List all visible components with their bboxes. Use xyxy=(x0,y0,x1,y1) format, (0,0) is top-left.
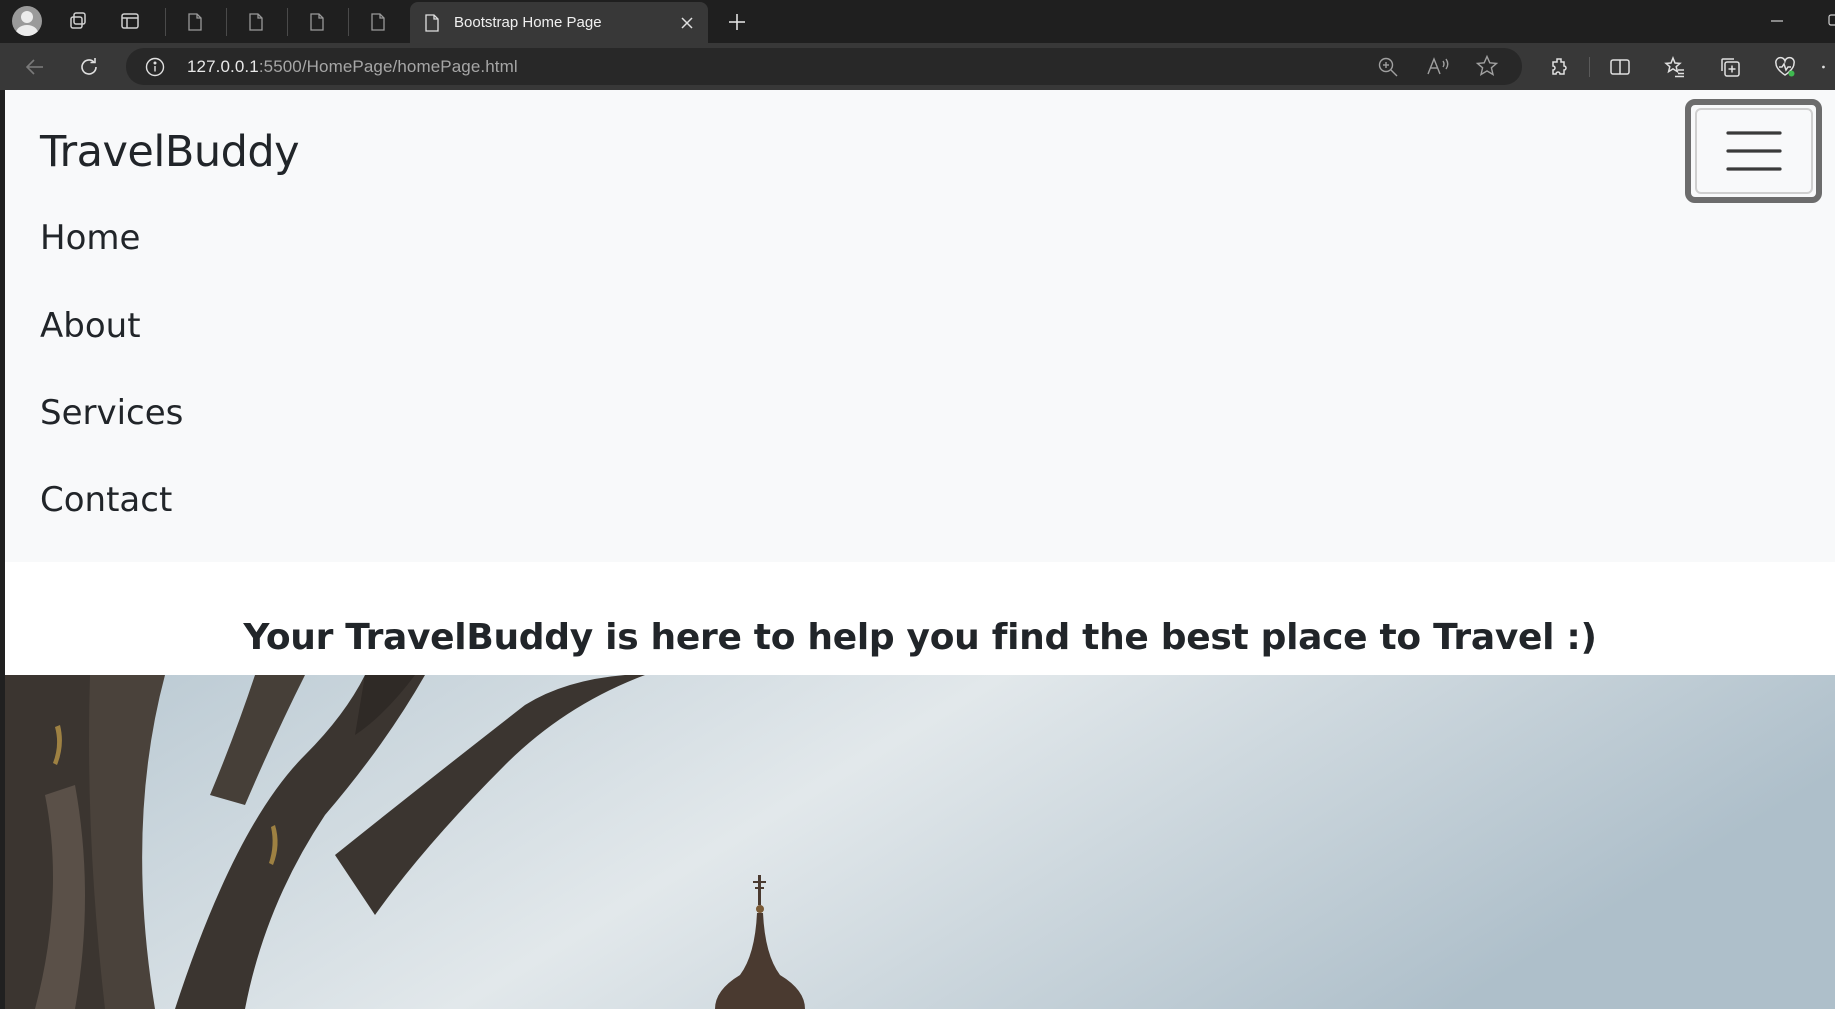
close-tab-icon[interactable] xyxy=(672,8,702,38)
pinned-tab-3[interactable] xyxy=(287,8,345,36)
nav-link-about[interactable]: About xyxy=(40,306,141,346)
hamburger-menu-icon xyxy=(1725,131,1782,171)
pinned-tab-1[interactable] xyxy=(165,8,223,36)
toolbar-separator xyxy=(1589,57,1590,77)
pinned-tab-4[interactable] xyxy=(348,8,406,36)
more-menu-icon[interactable] xyxy=(1818,52,1835,82)
url-path: :5500/HomePage/homePage.html xyxy=(258,57,518,76)
extensions-icon[interactable] xyxy=(1545,52,1575,82)
url-text[interactable]: 127.0.0.1:5500/HomePage/homePage.html xyxy=(187,57,518,77)
address-bar[interactable]: 127.0.0.1:5500/HomePage/homePage.html xyxy=(126,48,1522,85)
toggler-frame xyxy=(1694,108,1813,194)
profile-avatar-icon[interactable] xyxy=(12,6,42,36)
web-page: TravelBuddy Home About Services Contact … xyxy=(5,90,1835,1009)
refresh-icon[interactable] xyxy=(74,52,104,82)
collections-icon[interactable] xyxy=(1715,52,1745,82)
maximize-icon[interactable] xyxy=(1818,6,1835,36)
browser-essentials-heart-icon[interactable] xyxy=(1770,52,1800,82)
nav-link-home[interactable]: Home xyxy=(40,218,140,258)
favorite-star-icon[interactable] xyxy=(1475,54,1499,78)
split-screen-icon[interactable] xyxy=(1605,52,1635,82)
hero-tagline: Your TravelBuddy is here to help you fin… xyxy=(243,617,1597,658)
navbar: TravelBuddy Home About Services Contact xyxy=(5,90,1835,562)
back-arrow-icon[interactable] xyxy=(20,52,50,82)
navbar-brand[interactable]: TravelBuddy xyxy=(40,127,300,177)
browser-tab-bar: Bootstrap Home Page xyxy=(0,0,1835,43)
document-icon xyxy=(370,13,385,31)
nav-link-contact[interactable]: Contact xyxy=(40,480,172,520)
minimize-icon[interactable] xyxy=(1762,6,1792,36)
site-info-icon[interactable] xyxy=(144,56,166,78)
zoom-icon[interactable] xyxy=(1376,55,1400,79)
vertical-tabs-icon[interactable] xyxy=(118,9,142,33)
favorites-list-icon[interactable] xyxy=(1660,52,1690,82)
nav-link-services[interactable]: Services xyxy=(40,393,183,433)
document-icon xyxy=(248,13,263,31)
read-aloud-icon[interactable] xyxy=(1425,55,1451,79)
new-tab-plus-icon[interactable] xyxy=(723,8,751,36)
pinned-tab-2[interactable] xyxy=(226,8,284,36)
document-icon xyxy=(187,13,202,31)
hero-image xyxy=(5,675,1835,1009)
workspaces-icon[interactable] xyxy=(66,9,90,33)
url-host: 127.0.0.1 xyxy=(187,57,259,76)
navbar-toggler-button[interactable] xyxy=(1685,99,1822,203)
document-icon xyxy=(309,13,324,31)
browser-toolbar: 127.0.0.1:5500/HomePage/homePage.html xyxy=(0,43,1835,90)
active-tab[interactable]: Bootstrap Home Page xyxy=(410,2,708,43)
tab-title: Bootstrap Home Page xyxy=(454,14,602,31)
document-icon xyxy=(425,13,439,32)
